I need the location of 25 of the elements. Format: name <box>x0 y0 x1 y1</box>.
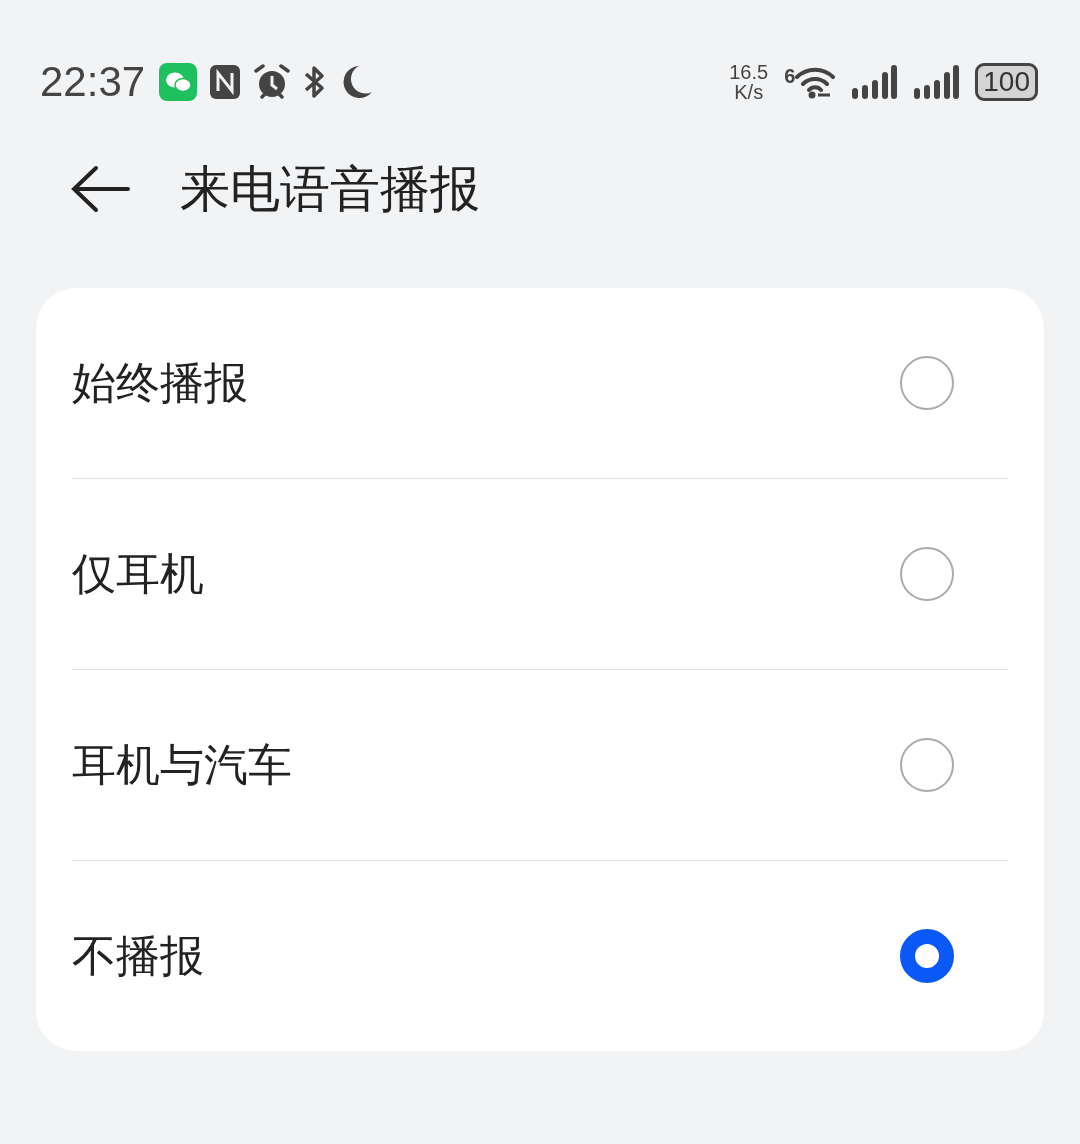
net-speed-value: 16.5 <box>729 62 769 82</box>
radio-button[interactable] <box>900 356 954 410</box>
option-item[interactable]: 不播报 <box>72 861 1008 1051</box>
radio-button[interactable] <box>900 929 954 983</box>
alarm-clock-icon <box>253 63 292 101</box>
radio-button[interactable] <box>900 547 954 601</box>
signal-icon <box>913 64 960 100</box>
nfc-icon <box>209 64 242 100</box>
option-item[interactable]: 耳机与汽车 <box>72 670 1008 860</box>
net-speed-unit: K/s <box>734 82 764 102</box>
option-item[interactable]: 仅耳机 <box>72 479 1008 669</box>
status-time: 22:37 <box>40 58 146 106</box>
wifi-icon <box>795 65 836 99</box>
battery-indicator: 100 <box>975 63 1038 101</box>
chat-app-icon <box>159 63 198 101</box>
wifi-generation: 6 <box>784 65 796 88</box>
option-item[interactable]: 始终播报 <box>72 288 1008 478</box>
option-label: 不播报 <box>72 928 204 983</box>
page-title: 来电语音播报 <box>180 158 480 220</box>
option-label: 始终播报 <box>72 355 248 410</box>
radio-button[interactable] <box>900 738 954 792</box>
option-label: 仅耳机 <box>72 546 204 601</box>
signal-icon <box>851 64 898 100</box>
option-label: 耳机与汽车 <box>72 737 292 792</box>
back-button[interactable] <box>70 165 130 213</box>
